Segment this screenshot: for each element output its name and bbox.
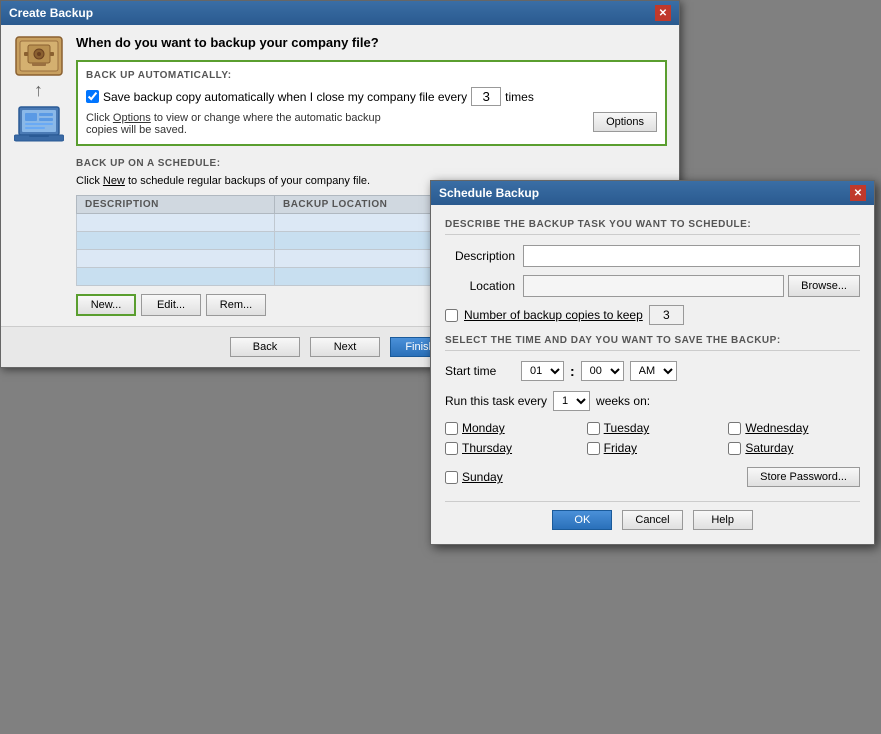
auto-backup-checkbox[interactable] <box>86 90 99 103</box>
schedule-dialog: Schedule Backup ✕ DESCRIBE THE BACKUP TA… <box>430 180 875 545</box>
dialog-footer: OK Cancel Help <box>445 501 860 530</box>
monday-day: Monday <box>445 421 577 435</box>
days-grid: Monday Tuesday Wednesday Thursday Friday <box>445 421 860 455</box>
times-label: times <box>505 90 534 104</box>
wednesday-checkbox[interactable] <box>728 422 741 435</box>
backup-copies-row: Number of backup copies to keep <box>445 305 860 325</box>
browse-button[interactable]: Browse... <box>788 275 860 297</box>
store-password-button[interactable]: Store Password... <box>747 467 860 487</box>
tuesday-day: Tuesday <box>587 421 719 435</box>
run-task-row: Run this task every 1234 weeks on: <box>445 391 860 411</box>
thursday-label: Thursday <box>462 441 512 455</box>
saturday-checkbox[interactable] <box>728 442 741 455</box>
main-question: When do you want to backup your company … <box>76 35 667 50</box>
time-section: SELECT THE TIME AND DAY YOU WANT TO SAVE… <box>445 335 860 530</box>
laptop-icon <box>14 103 64 143</box>
start-hour-select[interactable]: 01020304 05060708 09101112 <box>521 361 564 381</box>
description-row: Description <box>445 245 860 267</box>
sunday-day: Sunday <box>445 470 503 484</box>
sunday-checkbox[interactable] <box>445 471 458 484</box>
ok-button[interactable]: OK <box>552 510 612 530</box>
remove-button[interactable]: Rem... <box>206 294 266 316</box>
monday-checkbox[interactable] <box>445 422 458 435</box>
help-button[interactable]: Help <box>693 510 753 530</box>
edit-button[interactable]: Edit... <box>141 294 201 316</box>
thursday-day: Thursday <box>445 441 577 455</box>
create-backup-close-button[interactable]: ✕ <box>655 5 671 21</box>
location-input[interactable] <box>523 275 784 297</box>
description-input[interactable] <box>523 245 860 267</box>
sunday-store-row: Sunday Store Password... <box>445 467 860 487</box>
tuesday-checkbox[interactable] <box>587 422 600 435</box>
weeks-label: weeks on: <box>596 394 650 408</box>
start-minute-select[interactable]: 00153045 <box>581 361 624 381</box>
down-arrow-icon: ↑ <box>34 81 43 99</box>
create-backup-titlebar: Create Backup ✕ <box>1 1 679 25</box>
sunday-label: Sunday <box>462 470 503 484</box>
col-description: DESCRIPTION <box>77 196 275 214</box>
schedule-label: BACK UP ON A SCHEDULE: <box>76 158 667 169</box>
colon: : <box>570 363 575 379</box>
backup-copies-checkbox[interactable] <box>445 309 458 322</box>
backup-copies-input[interactable] <box>649 305 684 325</box>
friday-label: Friday <box>604 441 637 455</box>
time-section-label: SELECT THE TIME AND DAY YOU WANT TO SAVE… <box>445 335 860 351</box>
auto-backup-section: BACK UP AUTOMATICALLY: Save backup copy … <box>76 60 667 146</box>
safe-icon <box>14 35 64 77</box>
cancel-button[interactable]: Cancel <box>622 510 682 530</box>
saturday-day: Saturday <box>728 441 860 455</box>
run-task-label: Run this task every <box>445 394 547 408</box>
back-button[interactable]: Back <box>230 337 300 357</box>
auto-backup-label: BACK UP AUTOMATICALLY: <box>86 70 657 81</box>
weeks-select[interactable]: 1234 <box>553 391 590 411</box>
wednesday-day: Wednesday <box>728 421 860 435</box>
auto-backup-text: Save backup copy automatically when I cl… <box>103 90 467 104</box>
start-time-row: Start time 01020304 05060708 09101112 : … <box>445 361 860 381</box>
backup-copies-label: Number of backup copies to keep <box>464 308 643 322</box>
schedule-dialog-close-button[interactable]: ✕ <box>850 185 866 201</box>
thursday-checkbox[interactable] <box>445 442 458 455</box>
start-time-label: Start time <box>445 364 515 378</box>
times-input[interactable] <box>471 87 501 106</box>
location-label: Location <box>445 279 515 293</box>
description-label: Description <box>445 249 515 263</box>
monday-label: Monday <box>462 421 505 435</box>
describe-section-label: DESCRIBE THE BACKUP TASK YOU WANT TO SCH… <box>445 219 860 235</box>
options-text: Click Options to view or change where th… <box>86 112 386 136</box>
options-button[interactable]: Options <box>593 112 657 132</box>
friday-day: Friday <box>587 441 719 455</box>
next-button[interactable]: Next <box>310 337 380 357</box>
location-row: Location Browse... <box>445 275 860 297</box>
dialog-content: DESCRIBE THE BACKUP TASK YOU WANT TO SCH… <box>431 205 874 544</box>
new-button[interactable]: New... <box>76 294 136 316</box>
schedule-dialog-titlebar: Schedule Backup ✕ <box>431 181 874 205</box>
saturday-label: Saturday <box>745 441 793 455</box>
schedule-dialog-title: Schedule Backup <box>439 186 539 200</box>
ampm-select[interactable]: AMPM <box>630 361 677 381</box>
tuesday-label: Tuesday <box>604 421 650 435</box>
friday-checkbox[interactable] <box>587 442 600 455</box>
wednesday-label: Wednesday <box>745 421 808 435</box>
create-backup-title: Create Backup <box>9 6 93 20</box>
